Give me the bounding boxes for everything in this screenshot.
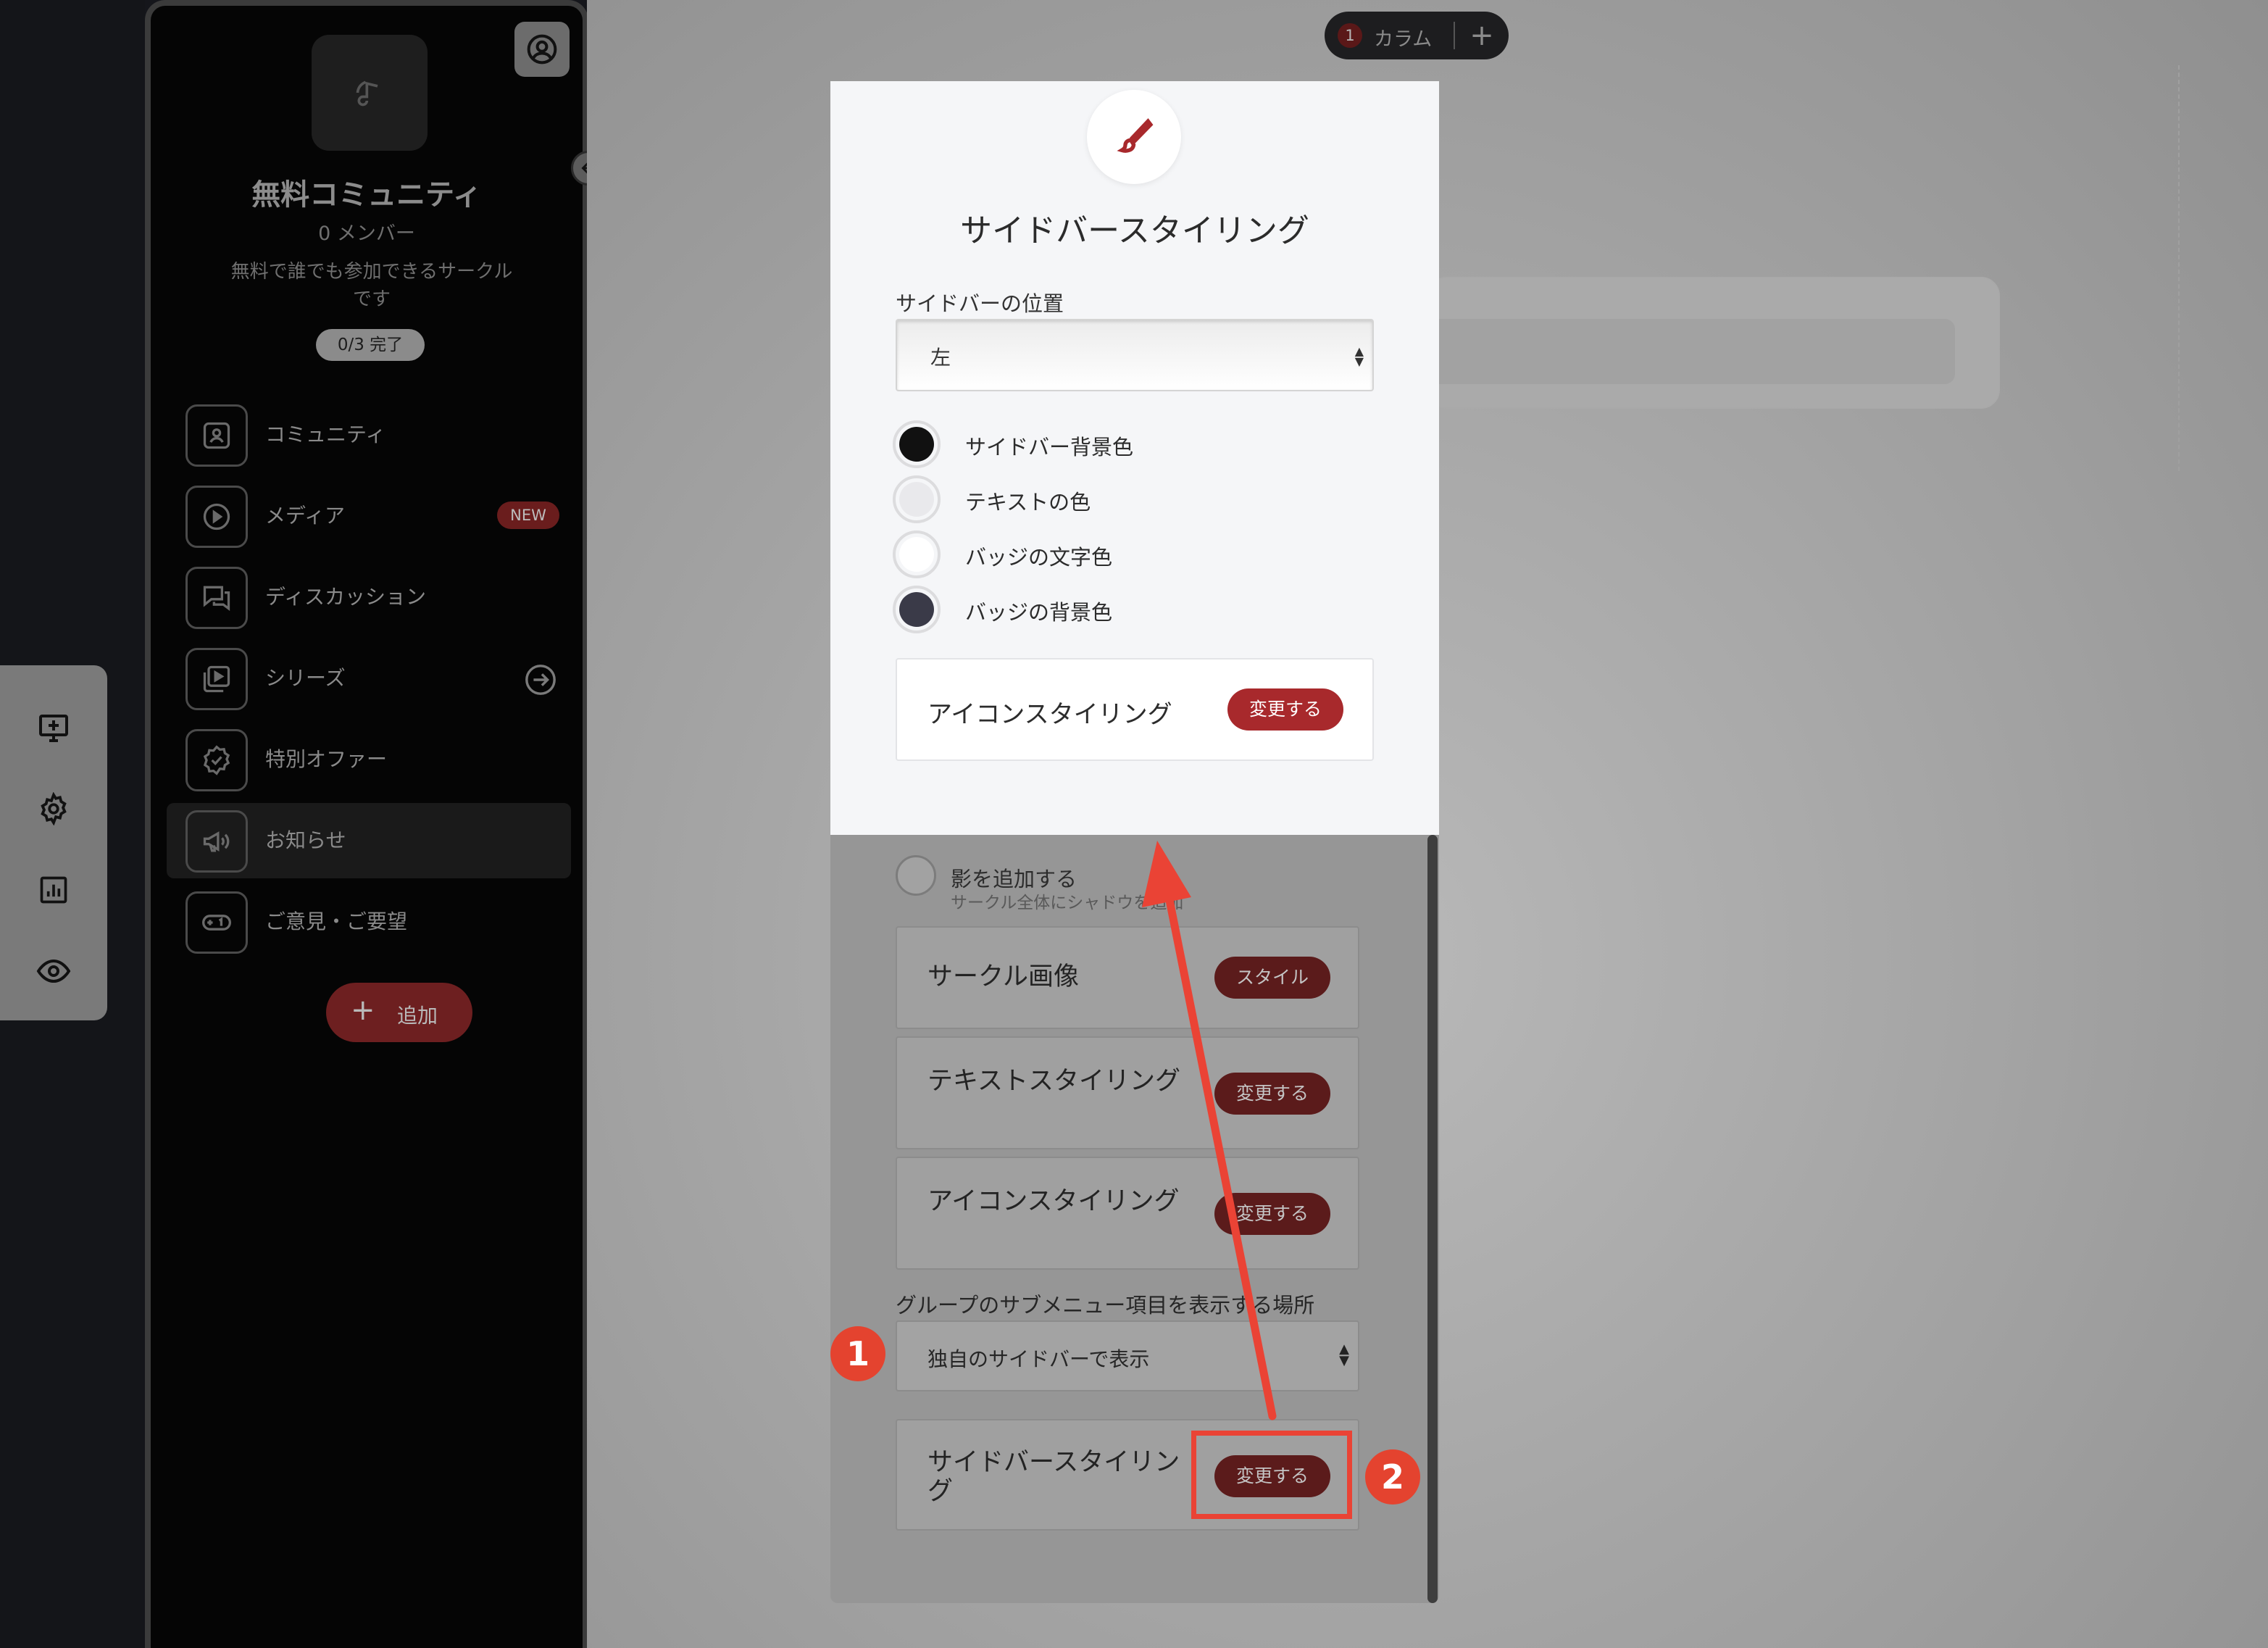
highlight-box xyxy=(1191,1431,1352,1519)
text-styling-change-button[interactable]: 変更する xyxy=(1214,1073,1330,1115)
placeholder-card xyxy=(1427,277,2000,409)
sidebar-item-label: シリーズ xyxy=(265,666,346,690)
paintbrush-icon xyxy=(1087,90,1181,184)
sidebar-item-label: お知らせ xyxy=(265,828,346,852)
sidebar-position-select[interactable]: 左 ▲ ▼ xyxy=(896,319,1374,391)
sidebar-item-label: ご意見・ご要望 xyxy=(265,910,408,933)
column-count: 1 xyxy=(1338,23,1362,48)
member-count: 0 メンバー xyxy=(318,222,415,245)
sidebar-item-special-offer[interactable]: 特別オファー xyxy=(167,722,571,797)
modal-title: サイドバースタイリング xyxy=(960,212,1309,249)
sidebar-item-announcements[interactable]: お知らせ xyxy=(167,803,571,878)
arrow-right-circle-icon[interactable] xyxy=(523,662,558,697)
circle-image-row: サークル画像 スタイル xyxy=(896,926,1359,1029)
panel-scrollbar[interactable] xyxy=(1427,835,1438,1603)
column-guide xyxy=(2178,65,2180,471)
icon-styling-change-button[interactable]: 変更する xyxy=(1214,1193,1330,1235)
profile-button[interactable] xyxy=(514,22,570,77)
sidebar-item-label: ディスカッション xyxy=(265,585,427,609)
step-1-callout: 1 xyxy=(830,1326,885,1381)
community-icon xyxy=(185,404,248,467)
sidebar-item-label: コミュニティ xyxy=(265,423,386,446)
icon-styling-modal-row: アイコンスタイリング 変更する xyxy=(896,658,1374,761)
chat-icon xyxy=(185,567,248,629)
sidebar-item-label: メディア xyxy=(265,504,346,528)
user-circle-icon xyxy=(527,34,557,64)
color-swatch[interactable] xyxy=(893,586,941,633)
sidebar-item-community[interactable]: コミュニティ xyxy=(167,397,571,473)
column-selector[interactable]: 1 カラム + xyxy=(1325,12,1509,59)
play-icon xyxy=(185,486,248,548)
sidebar-item-feedback[interactable]: ご意見・ご要望 xyxy=(167,884,571,960)
select-arrows-icon: ▲ ▼ xyxy=(1339,1341,1349,1368)
sidebar-styling-modal: サイドバースタイリング サイドバーの位置 左 ▲ ▼ サイドバー背景色 テキストの… xyxy=(830,81,1439,835)
step-2-callout: 2 xyxy=(1365,1449,1420,1505)
sidebar-item-discussion[interactable]: ディスカッション xyxy=(167,559,571,635)
music-note-icon xyxy=(356,80,378,107)
sidebar-item-media[interactable]: メディア NEW xyxy=(167,478,571,554)
text-styling-row: テキストスタイリング 変更する xyxy=(896,1036,1359,1149)
add-shadow-radio[interactable] xyxy=(896,855,936,896)
tool-rail xyxy=(0,665,107,1020)
community-description: 無料で誰でも参加できるサークルです xyxy=(230,261,513,310)
column-label: カラム xyxy=(1374,28,1433,51)
verified-badge-icon xyxy=(185,729,248,791)
icon-styling-row: アイコンスタイリング 変更する xyxy=(896,1157,1359,1270)
plus-icon: + xyxy=(351,994,375,1027)
submenu-location-select[interactable]: 独自のサイドバーで表示 ▲ ▼ xyxy=(896,1320,1359,1391)
community-name: 無料コミュニティ xyxy=(251,178,482,212)
community-logo xyxy=(312,35,428,151)
icon-styling-modal-change-button[interactable]: 変更する xyxy=(1227,688,1343,731)
add-screen-icon[interactable] xyxy=(32,706,75,749)
color-swatch[interactable] xyxy=(893,475,941,523)
circle-image-style-button[interactable]: スタイル xyxy=(1214,957,1330,999)
series-icon xyxy=(185,648,248,710)
add-space-button[interactable]: + 追加 xyxy=(326,983,472,1042)
color-swatch[interactable] xyxy=(893,530,941,578)
gear-icon[interactable] xyxy=(32,787,75,831)
eye-icon[interactable] xyxy=(32,949,75,993)
add-shadow-description: サークル全体にシャドウを追加 xyxy=(951,894,1184,912)
feedback-icon xyxy=(185,891,248,954)
sidebar-position-label: サイドバーの位置 xyxy=(896,291,1064,316)
new-badge: NEW xyxy=(497,502,559,529)
sidebar-item-series[interactable]: シリーズ xyxy=(167,641,571,716)
sidebar-item-label: 特別オファー xyxy=(265,747,388,771)
megaphone-icon xyxy=(185,810,248,873)
color-swatch[interactable] xyxy=(893,420,941,468)
add-column-button[interactable]: + xyxy=(1462,16,1501,55)
community-sidebar: 無料コミュニティ 0 メンバー 無料で誰でも参加できるサークルです 0/3 完了… xyxy=(145,0,606,1648)
analytics-icon[interactable] xyxy=(32,868,75,912)
select-arrows-icon: ▲ ▼ xyxy=(1354,344,1364,368)
progress-pill[interactable]: 0/3 完了 xyxy=(316,329,425,361)
submenu-location-label: グループのサブメニュー項目を表示する場所 xyxy=(896,1293,1315,1318)
